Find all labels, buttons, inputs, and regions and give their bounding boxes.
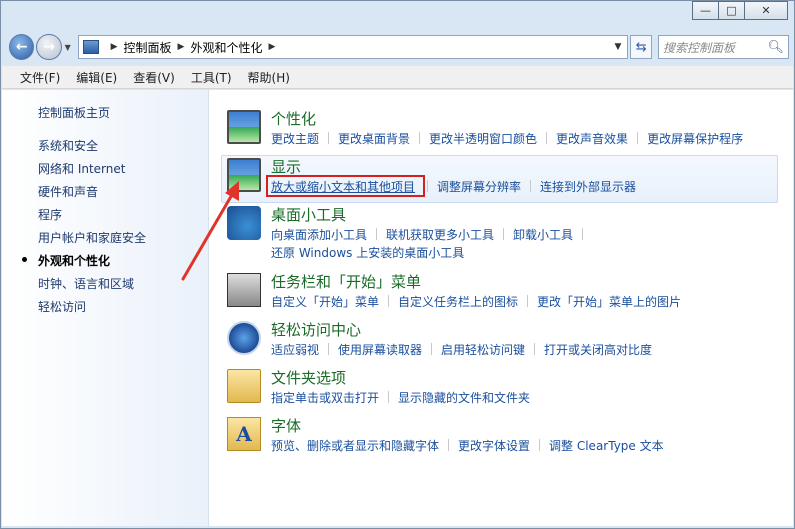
fonts-icon[interactable]: A — [227, 417, 261, 451]
sidebar-item-appearance[interactable]: 外观和个性化 — [38, 252, 110, 269]
link-show-hidden-files[interactable]: 显示隐藏的文件和文件夹 — [398, 389, 530, 406]
breadcrumb-appearance[interactable]: 外观和个性化 — [190, 39, 262, 56]
red-arrow-annotation — [181, 181, 239, 281]
minimize-button[interactable]: — — [692, 1, 719, 20]
link-external-display[interactable]: 连接到外部显示器 — [540, 178, 636, 195]
category-title[interactable]: 个性化 — [271, 108, 316, 129]
category-title[interactable]: 字体 — [271, 415, 301, 436]
link-screensaver[interactable]: 更改屏幕保护程序 — [647, 130, 743, 147]
chevron-right-icon[interactable]: ▶ — [178, 42, 185, 52]
category-title[interactable]: 显示 — [271, 156, 301, 177]
link-restore-gadgets[interactable]: 还原 Windows 上安装的桌面小工具 — [271, 244, 464, 261]
link-get-more-gadgets[interactable]: 联机获取更多小工具 — [386, 226, 494, 243]
current-page-bullet — [22, 257, 27, 262]
link-screen-reader[interactable]: 使用屏幕读取器 — [338, 341, 422, 358]
link-cleartype[interactable]: 调整 ClearType 文本 — [549, 437, 664, 454]
menu-view[interactable]: 查看(V) — [125, 69, 183, 86]
sidebar-item-home[interactable]: 控制面板主页 — [38, 104, 110, 121]
forward-button[interactable]: → — [36, 34, 62, 60]
chevron-right-icon[interactable]: ▶ — [268, 42, 275, 52]
category-links: 自定义「开始」菜单 自定义任务栏上的图标 更改「开始」菜单上的图片 — [271, 293, 681, 310]
link-preview-fonts[interactable]: 预览、删除或者显示和隐藏字体 — [271, 437, 439, 454]
category-links: 指定单击或双击打开 显示隐藏的文件和文件夹 — [271, 389, 530, 406]
sidebar-item-network[interactable]: 网络和 Internet — [38, 160, 125, 177]
sidebar-item-system-security[interactable]: 系统和安全 — [38, 137, 98, 154]
link-customize-start-menu[interactable]: 自定义「开始」菜单 — [271, 293, 379, 310]
link-window-color[interactable]: 更改半透明窗口颜色 — [429, 130, 537, 147]
back-arrow-icon: ← — [15, 39, 28, 55]
category-links: 预览、删除或者显示和隐藏字体 更改字体设置 调整 ClearType 文本 — [271, 437, 664, 454]
menu-tools[interactable]: 工具(T) — [183, 69, 240, 86]
link-font-settings[interactable]: 更改字体设置 — [458, 437, 530, 454]
menu-bar: 文件(F) 编辑(E) 查看(V) 工具(T) 帮助(H) — [2, 66, 793, 89]
category-title[interactable]: 文件夹选项 — [271, 367, 346, 388]
control-panel-icon — [82, 40, 99, 54]
refresh-button[interactable]: ⇆ — [630, 35, 652, 59]
category-title[interactable]: 轻松访问中心 — [271, 319, 361, 340]
link-screen-resolution[interactable]: 调整屏幕分辨率 — [437, 178, 521, 195]
minimize-icon: — — [700, 4, 711, 17]
sidebar-item-programs[interactable]: 程序 — [38, 206, 62, 223]
close-icon: ✕ — [761, 4, 771, 17]
main-content: 个性化 更改主题 更改桌面背景 更改半透明窗口颜色 更改声音效果 更改屏幕保护程序 显示… — [209, 90, 793, 526]
sidebar-item-hardware-sound[interactable]: 硬件和声音 — [38, 183, 98, 200]
caption-buttons: — □ ✕ — [692, 1, 788, 20]
category-links-row2: 还原 Windows 上安装的桌面小工具 — [271, 244, 464, 261]
category-links: 向桌面添加小工具 联机获取更多小工具 卸载小工具 — [271, 226, 592, 243]
address-bar[interactable]: ▶ 控制面板 ▶ 外观和个性化 ▶ ▼ — [77, 35, 629, 59]
link-change-start-picture[interactable]: 更改「开始」菜单上的图片 — [537, 293, 681, 310]
sidebar-item-clock-language[interactable]: 时钟、语言和区域 — [38, 275, 134, 292]
address-dropdown-icon[interactable]: ▼ — [615, 42, 624, 52]
personalization-icon[interactable] — [227, 110, 261, 144]
link-change-background[interactable]: 更改桌面背景 — [338, 130, 410, 147]
navigation-row: ← → ▼ ▶ 控制面板 ▶ 外观和个性化 ▶ ▼ ⇆ 搜索控制面板 🔍︎ — [9, 31, 790, 63]
menu-help[interactable]: 帮助(H) — [240, 69, 298, 86]
ease-of-access-icon[interactable] — [227, 321, 261, 355]
recent-pages-dropdown[interactable]: ▼ — [62, 43, 74, 52]
link-uninstall-gadget[interactable]: 卸载小工具 — [513, 226, 573, 243]
link-customize-taskbar-icons[interactable]: 自定义任务栏上的图标 — [398, 293, 518, 310]
link-low-vision[interactable]: 适应弱视 — [271, 341, 319, 358]
link-single-double-click[interactable]: 指定单击或双击打开 — [271, 389, 379, 406]
chevron-right-icon[interactable]: ▶ — [111, 42, 118, 52]
menu-edit[interactable]: 编辑(E) — [68, 69, 125, 86]
sidebar-item-user-accounts[interactable]: 用户帐户和家庭安全 — [38, 229, 146, 246]
link-ease-keys[interactable]: 启用轻松访问键 — [441, 341, 525, 358]
search-placeholder: 搜索控制面板 — [662, 40, 735, 55]
link-change-theme[interactable]: 更改主题 — [271, 130, 319, 147]
search-icon[interactable]: 🔍︎ — [768, 40, 785, 55]
category-title[interactable]: 桌面小工具 — [271, 204, 346, 225]
category-links: 更改主题 更改桌面背景 更改半透明窗口颜色 更改声音效果 更改屏幕保护程序 — [271, 130, 743, 147]
highlight-red-box — [266, 175, 425, 197]
link-add-gadgets[interactable]: 向桌面添加小工具 — [271, 226, 367, 243]
refresh-icon: ⇆ — [635, 39, 647, 55]
sidebar-item-ease-of-access[interactable]: 轻松访问 — [38, 298, 86, 315]
link-sound-effects[interactable]: 更改声音效果 — [556, 130, 628, 147]
category-links: 适应弱视 使用屏幕读取器 启用轻松访问键 打开或关闭高对比度 — [271, 341, 652, 358]
back-button[interactable]: ← — [9, 34, 35, 60]
forward-arrow-icon: → — [43, 39, 56, 55]
link-high-contrast[interactable]: 打开或关闭高对比度 — [544, 341, 652, 358]
breadcrumb-control-panel[interactable]: 控制面板 — [124, 39, 172, 56]
close-button[interactable]: ✕ — [744, 1, 788, 20]
sidebar: 控制面板主页 系统和安全 网络和 Internet 硬件和声音 程序 用户帐户和… — [2, 90, 209, 526]
folder-options-icon[interactable] — [227, 369, 261, 403]
search-input[interactable]: 搜索控制面板 🔍︎ — [657, 35, 790, 59]
window: — □ ✕ ← → ▼ ▶ 控制面板 ▶ 外观和个性化 ▶ ▼ ⇆ 搜索控制面板… — [0, 0, 795, 529]
menu-file[interactable]: 文件(F) — [12, 69, 68, 86]
category-title[interactable]: 任务栏和「开始」菜单 — [271, 271, 421, 292]
maximize-icon: □ — [726, 4, 737, 17]
maximize-button[interactable]: □ — [718, 1, 745, 20]
